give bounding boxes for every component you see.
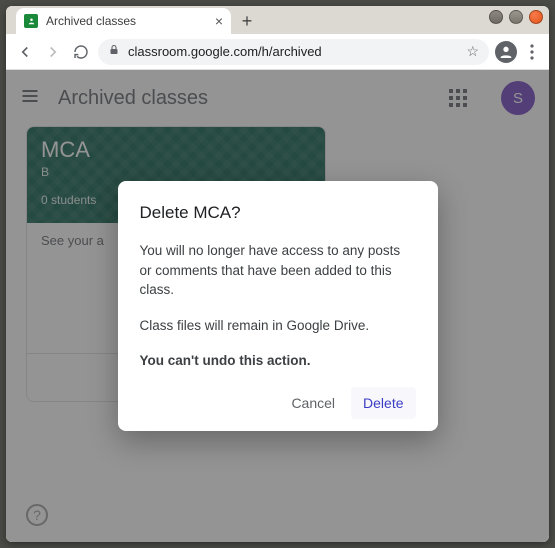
cancel-button[interactable]: Cancel (279, 387, 347, 419)
dialog-body-3: You can't undo this action. (140, 351, 416, 371)
address-bar: classroom.google.com/h/archived ☆ (6, 34, 549, 70)
browser-window: Archived classes × + classroom.google.co… (6, 6, 549, 542)
chrome-menu-button[interactable] (523, 41, 541, 63)
modal-overlay[interactable]: Delete MCA? You will no longer have acce… (6, 70, 549, 542)
url-text: classroom.google.com/h/archived (128, 44, 458, 59)
tab-close-icon[interactable]: × (215, 13, 223, 29)
reload-button[interactable] (70, 41, 92, 63)
dialog-body-2: Class files will remain in Google Drive. (140, 316, 416, 336)
chrome-profile-button[interactable] (495, 41, 517, 63)
delete-dialog: Delete MCA? You will no longer have acce… (118, 181, 438, 431)
page-content: Archived classes S MCA B 0 students See … (6, 70, 549, 542)
dialog-actions: Cancel Delete (140, 387, 416, 419)
bookmark-star-icon[interactable]: ☆ (466, 43, 479, 60)
classroom-favicon (24, 14, 38, 28)
omnibox[interactable]: classroom.google.com/h/archived ☆ (98, 39, 489, 65)
window-minimize-button[interactable] (489, 10, 503, 24)
dialog-body-1: You will no longer have access to any po… (140, 241, 416, 300)
titlebar: Archived classes × + (6, 6, 549, 34)
window-close-button[interactable] (529, 10, 543, 24)
window-maximize-button[interactable] (509, 10, 523, 24)
window-controls (489, 10, 543, 24)
lock-icon (108, 44, 120, 59)
dialog-title: Delete MCA? (140, 203, 416, 223)
back-button[interactable] (14, 41, 36, 63)
tab-title: Archived classes (46, 14, 207, 28)
new-tab-button[interactable]: + (235, 9, 259, 33)
delete-button[interactable]: Delete (351, 387, 415, 419)
browser-tab[interactable]: Archived classes × (16, 8, 231, 34)
forward-button[interactable] (42, 41, 64, 63)
